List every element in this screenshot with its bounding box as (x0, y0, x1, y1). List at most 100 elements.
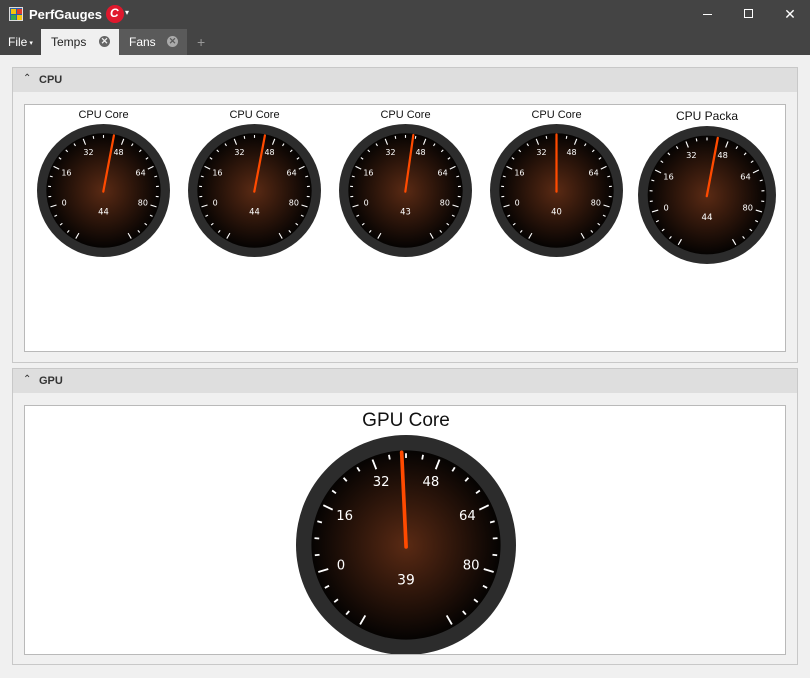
gauge-minor-tick (243, 135, 246, 139)
tab-strip: File ▾ Temps ✕ Fans ✕ + (0, 29, 810, 55)
gauge-scale-label: 80 (289, 198, 299, 207)
gauge-scale-label: 80 (743, 202, 754, 212)
cpu-group-title: CPU (39, 74, 63, 86)
gauge-scale-label: 80 (440, 198, 450, 207)
gauge-dial: 0 16 32 48 64 80 44 (37, 124, 170, 257)
tab-temps-close-icon[interactable]: ✕ (99, 36, 110, 47)
gauge-scale-label: 48 (415, 148, 425, 157)
gauge-minor-tick (305, 175, 309, 178)
gpu-group-header[interactable]: ⌃ GPU (13, 369, 797, 393)
brand-dropdown-caret-icon[interactable]: ▾ (125, 8, 129, 17)
gauge-cpu-core-4: CPU Core 0 16 32 48 64 80 40 (489, 109, 624, 259)
file-menu-caret-icon: ▾ (29, 40, 33, 47)
gauge-scale-label: 48 (717, 150, 728, 160)
gauge-scale-label: 0 (515, 198, 520, 207)
gauge-scale-label: 48 (566, 148, 576, 157)
gauge-scale-label: 48 (422, 475, 439, 490)
collapse-icon[interactable]: ⌃ (23, 374, 31, 385)
gauge-minor-tick (607, 175, 611, 178)
brand-logo-icon[interactable]: C (106, 5, 124, 23)
gauge-dial: 0 16 32 48 64 80 44 (638, 126, 776, 264)
gauge-scale-label: 64 (438, 168, 448, 177)
gauge-scale-label: 16 (514, 168, 524, 177)
gauge-value-readout: 44 (249, 207, 260, 217)
maximize-button[interactable] (728, 3, 768, 25)
gauge-scale-label: 64 (136, 168, 146, 177)
gauge-scale-label: 16 (336, 509, 353, 524)
gauge-minor-tick (317, 520, 323, 524)
brand-letter: C (110, 6, 119, 20)
gauge-dial: 0 16 32 48 64 80 39 (296, 435, 516, 654)
gauge-cpu-package: CPU Packa 0 16 32 48 64 80 44 (637, 109, 777, 269)
gauge-cpu-core-2: CPU Core 0 16 32 48 64 80 44 (187, 109, 322, 259)
gpu-gauge-area: GPU Core 0 16 32 48 64 80 39 (24, 405, 786, 655)
cpu-group: ⌃ CPU CPU Core 0 16 32 48 64 80 44 CPU Core 01… (12, 67, 798, 363)
gauge-scale-label: 0 (213, 198, 218, 207)
tab-temps-label: Temps (51, 35, 87, 49)
gauge-minor-tick (154, 175, 158, 178)
gauge-minor-tick (421, 454, 424, 460)
file-menu[interactable]: File ▾ (0, 29, 40, 55)
gauge-minor-tick (351, 175, 355, 178)
gauge-scale-label: 80 (591, 198, 601, 207)
gauge-scale-label: 32 (536, 148, 546, 157)
gauge-minor-tick (695, 138, 698, 142)
gauge-scale-label: 32 (234, 148, 244, 157)
gauge-dial: 0 16 32 48 64 80 40 (490, 124, 623, 257)
gauge-minor-tick (651, 179, 655, 182)
add-tab-button[interactable]: + (197, 29, 205, 55)
tab-temps[interactable]: Temps ✕ (41, 29, 119, 55)
gauge-scale-label: 32 (385, 148, 395, 157)
title-bar: PerfGauges C ▾ ✕ (0, 0, 810, 29)
gauge-scale-label: 64 (287, 168, 297, 177)
gauge-minor-tick (565, 135, 568, 139)
gauge-scale-label: 16 (61, 168, 71, 177)
gauge-minor-tick (456, 175, 460, 178)
cpu-gauge-area: CPU Core 0 16 32 48 64 80 44 CPU Core 0 16 32 48 6… (24, 104, 786, 352)
gauge-scale-label: 0 (337, 559, 345, 574)
gauge-scale-label: 80 (138, 198, 148, 207)
tab-fans[interactable]: Fans ✕ (119, 29, 187, 55)
gauge-minor-tick (394, 135, 397, 139)
tab-fans-label: Fans (129, 35, 156, 49)
gauge-value-readout: 43 (400, 207, 411, 217)
gauge-value-readout: 44 (98, 207, 109, 217)
gauge-scale-label: 80 (463, 559, 480, 574)
gauge-minor-tick (502, 175, 506, 178)
gauge-dial: 0 16 32 48 64 80 43 (339, 124, 472, 257)
gauge-value-readout: 39 (397, 573, 415, 589)
gauge-value-readout: 44 (701, 213, 713, 223)
gauge-scale-label: 16 (663, 171, 674, 181)
gauge-minor-tick (92, 135, 95, 139)
gauge-cpu-core-3: CPU Core 0 16 32 48 64 80 43 (338, 109, 473, 259)
gauge-minor-tick (314, 553, 320, 557)
gauge-minor-tick (759, 179, 763, 182)
minimize-icon (703, 14, 712, 15)
gauge-scale-label: 32 (83, 148, 93, 157)
gpu-group: ⌃ GPU GPU Core 0 16 32 48 64 80 39 (12, 368, 798, 665)
gauge-minor-tick (49, 175, 53, 178)
tab-fans-close-icon[interactable]: ✕ (167, 36, 178, 47)
app-icon (9, 7, 23, 21)
minimize-button[interactable] (686, 3, 726, 25)
gauge-minor-tick (492, 553, 498, 557)
gauge-minor-tick (414, 135, 417, 139)
gauge-scale-label: 64 (459, 509, 476, 524)
gauge-scale-label: 0 (664, 202, 669, 212)
gauge-scale-label: 32 (686, 150, 697, 160)
gauge-scale-label: 64 (589, 168, 599, 177)
gauge-minor-tick (388, 454, 391, 460)
gauge-minor-tick (489, 520, 495, 524)
gauge-minor-tick (200, 175, 204, 178)
gauge-scale-label: 48 (264, 148, 274, 157)
gauge-scale-label: 16 (363, 168, 373, 177)
gauge-value-readout: 40 (551, 207, 562, 217)
gauge-scale-label: 48 (113, 148, 123, 157)
close-window-button[interactable]: ✕ (770, 3, 810, 25)
gauge-scale-label: 32 (373, 475, 390, 490)
gauge-dial: 0 16 32 48 64 80 44 (188, 124, 321, 257)
cpu-group-header[interactable]: ⌃ CPU (13, 68, 797, 92)
maximize-icon (744, 9, 753, 18)
collapse-icon[interactable]: ⌃ (23, 73, 31, 84)
gpu-group-title: GPU (39, 375, 63, 387)
